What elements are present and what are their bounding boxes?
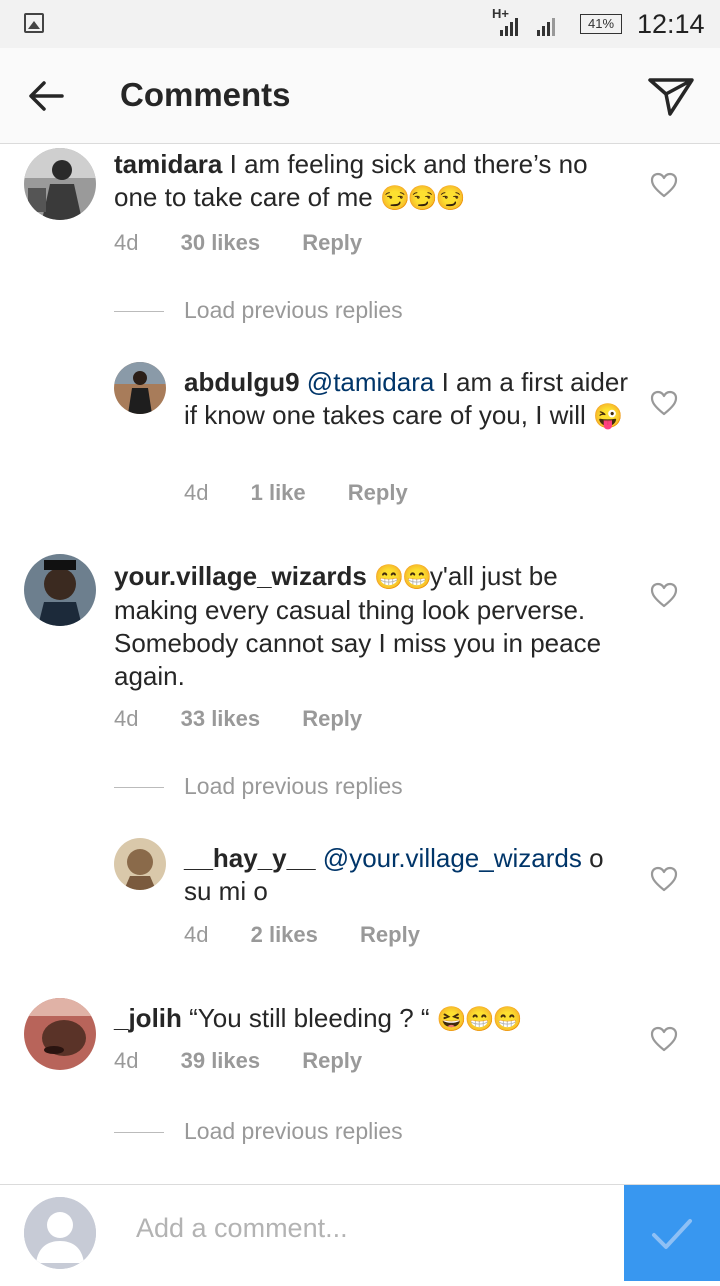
- reply-time: 4d: [184, 922, 209, 947]
- reply-button[interactable]: Reply: [348, 480, 408, 505]
- reply-button[interactable]: Reply: [302, 230, 362, 255]
- load-previous-replies[interactable]: Load previous replies: [114, 773, 403, 800]
- load-replies-label: Load previous replies: [184, 297, 403, 323]
- comment-time: 4d: [114, 1048, 139, 1073]
- reply-meta: 4d 2 likes Reply: [184, 922, 420, 948]
- reply-item: __hay_y__ @your.village_wizards o su mi …: [0, 836, 720, 966]
- comment-composer: Add a comment...: [0, 1184, 720, 1281]
- checkmark-icon: [652, 1219, 692, 1249]
- emoji: 😜: [592, 403, 623, 430]
- comment-time: 4d: [114, 706, 139, 731]
- comment-input[interactable]: Add a comment...: [136, 1213, 348, 1244]
- like-heart-icon[interactable]: [650, 390, 678, 416]
- reply-time: 4d: [184, 480, 209, 505]
- likes-count[interactable]: 1 like: [251, 480, 306, 505]
- avatar[interactable]: [24, 998, 96, 1070]
- post-comment-button[interactable]: [624, 1185, 720, 1281]
- signal-icon: [500, 14, 518, 36]
- gallery-notification-icon: [24, 13, 44, 33]
- avatar[interactable]: [114, 838, 166, 890]
- like-heart-icon[interactable]: [650, 1026, 678, 1052]
- comment-item: your.village_wizards 😁😁y'all just be mak…: [0, 554, 720, 814]
- like-heart-icon[interactable]: [650, 866, 678, 892]
- comment-time: 4d: [114, 230, 139, 255]
- comment-text: _jolih “You still bleeding ? “ 😆😁😁: [114, 1002, 634, 1036]
- likes-count[interactable]: 39 likes: [181, 1048, 261, 1073]
- load-previous-replies[interactable]: Load previous replies: [114, 297, 403, 324]
- reply-username[interactable]: __hay_y__: [184, 843, 316, 873]
- load-replies-label: Load previous replies: [184, 773, 403, 799]
- likes-count[interactable]: 30 likes: [181, 230, 261, 255]
- reply-text: abdulgu9 @tamidara I am a first aider if…: [184, 366, 634, 433]
- back-arrow-icon[interactable]: [26, 76, 66, 116]
- comment-meta: 4d 33 likes Reply: [114, 706, 362, 732]
- comment-body: “You still bleeding ? “: [189, 1003, 430, 1033]
- comment-text: your.village_wizards 😁😁y'all just be mak…: [114, 560, 634, 693]
- mention-link[interactable]: @tamidara: [307, 367, 435, 397]
- send-direct-icon[interactable]: [646, 72, 696, 118]
- avatar[interactable]: [24, 148, 96, 220]
- comment-username[interactable]: tamidara: [114, 149, 222, 179]
- load-previous-replies[interactable]: Load previous replies: [114, 1118, 403, 1145]
- avatar[interactable]: [24, 554, 96, 626]
- divider: [114, 787, 164, 789]
- emoji: 😁😁: [374, 564, 432, 591]
- comment-item: _jolih “You still bleeding ? “ 😆😁😁 4d 39…: [0, 996, 720, 1166]
- status-bar: H+ 41% 12:14: [0, 0, 720, 48]
- load-replies-label: Load previous replies: [184, 1118, 403, 1144]
- emoji: 😆😁😁: [436, 1006, 523, 1033]
- battery-indicator: 41%: [580, 14, 622, 34]
- page-title: Comments: [120, 76, 291, 113]
- mention-link[interactable]: @your.village_wizards: [323, 843, 582, 873]
- comment-meta: 4d 30 likes Reply: [114, 230, 362, 256]
- comment-username[interactable]: _jolih: [114, 1003, 182, 1033]
- reply-text: __hay_y__ @your.village_wizards o su mi …: [184, 842, 634, 908]
- like-heart-icon[interactable]: [650, 172, 678, 198]
- emoji: 😏😏😏: [379, 185, 466, 212]
- comment-text: tamidara I am feeling sick and there’s n…: [114, 148, 624, 215]
- status-time: 12:14: [637, 9, 705, 39]
- likes-count[interactable]: 33 likes: [181, 706, 261, 731]
- comment-meta: 4d 39 likes Reply: [114, 1048, 362, 1074]
- comment-username[interactable]: your.village_wizards: [114, 561, 367, 591]
- reply-meta: 4d 1 like Reply: [184, 480, 408, 506]
- reply-item: abdulgu9 @tamidara I am a first aider if…: [0, 360, 720, 530]
- avatar[interactable]: [114, 362, 166, 414]
- comments-header: Comments: [0, 48, 720, 144]
- reply-username[interactable]: abdulgu9: [184, 367, 300, 397]
- reply-button[interactable]: Reply: [302, 1048, 362, 1073]
- likes-count[interactable]: 2 likes: [251, 922, 318, 947]
- current-user-avatar: [24, 1197, 96, 1269]
- divider: [114, 311, 164, 313]
- reply-button[interactable]: Reply: [360, 922, 420, 947]
- signal-icon-2: [537, 14, 555, 36]
- divider: [114, 1132, 164, 1134]
- like-heart-icon[interactable]: [650, 582, 678, 608]
- reply-button[interactable]: Reply: [302, 706, 362, 731]
